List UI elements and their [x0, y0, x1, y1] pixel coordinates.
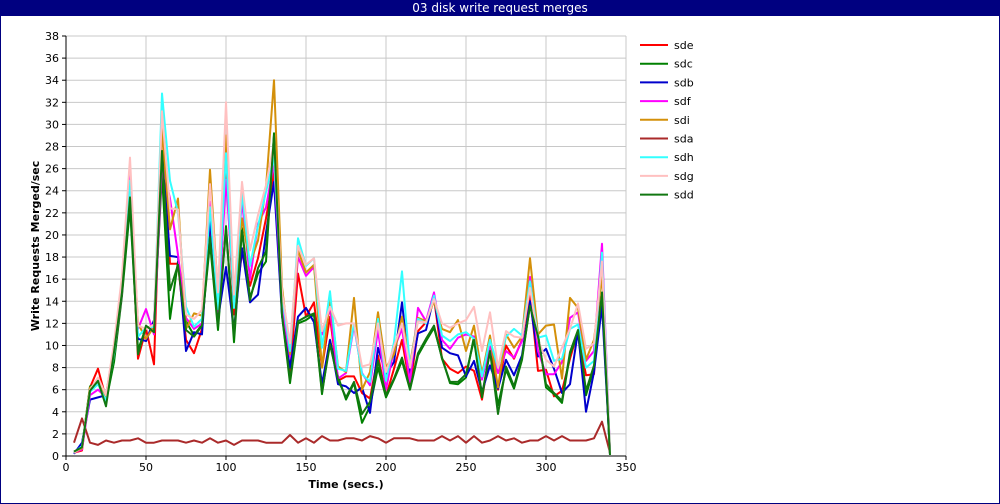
y-tick-label: 8	[52, 362, 59, 375]
y-tick-label: 0	[52, 450, 59, 463]
legend-label-sdh: sdh	[674, 151, 694, 164]
y-tick-label: 30	[45, 118, 59, 131]
y-tick-label: 14	[45, 295, 59, 308]
y-tick-label: 2	[52, 428, 59, 441]
legend-label-sdc: sdc	[674, 58, 693, 71]
line-chart: 024681012141618202224262830323436380 50 10…	[29, 30, 694, 491]
x-tick-label: 150	[296, 461, 317, 474]
x-tick-label: 300	[536, 461, 557, 474]
x-tick-label: 100	[216, 461, 237, 474]
y-tick-label: 12	[45, 317, 59, 330]
y-tick-label: 36	[45, 52, 59, 65]
y-tick-label: 20	[45, 229, 59, 242]
x-axis-title: Time (secs.)	[308, 478, 383, 491]
chart-window: 03 disk write request merges 0 2 4 6 8 10 12 14…	[0, 0, 1000, 504]
y-tick-label: 6	[52, 384, 59, 397]
y-tick-label: 18	[45, 251, 59, 264]
y-tick-label: 10	[45, 339, 59, 352]
legend-label-sdd: sdd	[674, 189, 694, 202]
y-tick-label: 22	[45, 207, 59, 220]
y-tick-label: 34	[45, 74, 59, 87]
legend-label-sdi: sdi	[674, 114, 690, 127]
y-axis-title: Write Requests Merged/sec	[29, 161, 42, 332]
legend-label-sdg: sdg	[674, 170, 694, 183]
y-tick-label: 28	[45, 141, 59, 154]
y-tick-label: 32	[45, 96, 59, 109]
y-tick-label: 4	[52, 406, 59, 419]
x-tick-label: 50	[139, 461, 153, 474]
y-tick-label: 24	[45, 185, 59, 198]
legend-label-sde: sde	[674, 39, 694, 52]
legend-label-sdb: sdb	[674, 76, 694, 89]
plot-area	[66, 36, 626, 456]
x-tick-label: 250	[456, 461, 477, 474]
x-tick-label: 200	[376, 461, 397, 474]
legend: sde sdc sdb sdf sdi sda sdh sdg sdd	[640, 39, 694, 202]
y-tick-label: 38	[45, 30, 59, 43]
legend-label-sda: sda	[674, 133, 693, 146]
y-tick-label: 26	[45, 163, 59, 176]
x-tick-label: 350	[616, 461, 637, 474]
y-tick-label: 16	[45, 273, 59, 286]
x-tick-label: 0	[63, 461, 70, 474]
legend-label-sdf: sdf	[674, 95, 692, 108]
